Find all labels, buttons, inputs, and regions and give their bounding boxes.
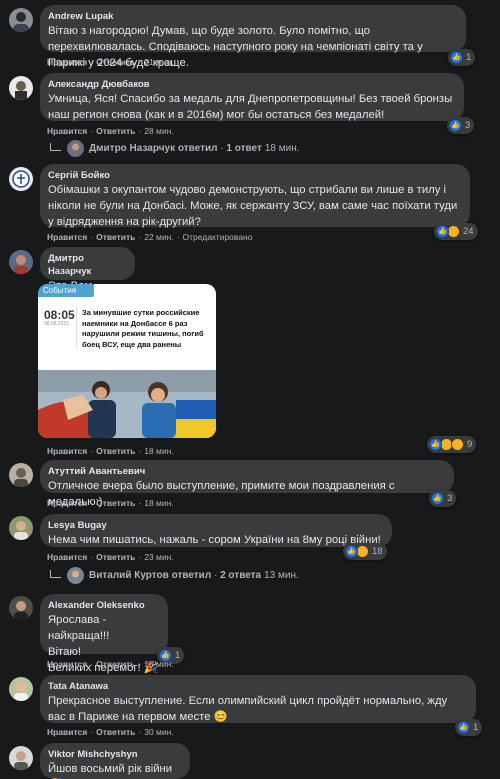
avatar[interactable] — [9, 746, 33, 770]
comment-author[interactable]: Alexander Oleksenko — [48, 599, 159, 612]
like-link[interactable]: Нравится — [47, 126, 87, 136]
comment-time[interactable]: 16 мин. — [144, 659, 173, 669]
reply-time: 13 мин. — [264, 570, 299, 581]
reaction-count[interactable]: 9 — [427, 436, 477, 453]
comment-bubble: Александр Дювбаков Умница, Яся! Спасибо … — [40, 73, 464, 121]
reply-time: 18 мин. — [264, 143, 300, 154]
like-reaction-icon — [429, 438, 442, 451]
comment-bubble: Сергій Бойко Обімашки з окупантом чудово… — [40, 164, 470, 228]
comment-actions: Нравится · Ответить · 22 мин. · Отредактирован… — [47, 232, 253, 242]
reply-link[interactable]: Ответить — [96, 659, 135, 669]
comment-text: Нема чим пишатись, нажаль - сором Україн… — [48, 534, 381, 546]
comment-time[interactable]: 22 мин. — [144, 232, 173, 242]
reply-arrow-icon — [50, 569, 61, 578]
comment-actions: Нравится · Ответить · 16 мин. — [47, 659, 174, 669]
wow-reaction-icon — [451, 438, 464, 451]
like-link[interactable]: Нравится — [47, 232, 87, 242]
comment-author[interactable]: Атуттий Авантьевич — [48, 465, 445, 478]
like-link[interactable]: Нравится — [47, 57, 87, 67]
avatar[interactable] — [9, 8, 33, 32]
comment-bubble: Alexander Oleksenko Ярослава - найкраща!… — [40, 594, 168, 690]
edited-label[interactable]: Отредактировано — [183, 232, 253, 242]
like-link[interactable]: Нравится — [47, 552, 87, 562]
reply-link[interactable]: Ответить — [96, 498, 135, 508]
comment-time[interactable]: 21 мин. — [144, 57, 173, 67]
divider — [76, 306, 77, 348]
avatar[interactable] — [9, 516, 33, 540]
attached-image[interactable]: События 08:05 08.08.2021 За минувшие сут… — [38, 284, 216, 438]
comment-actions: Нравится · Ответить · 18 мин. — [47, 446, 174, 456]
avatar[interactable] — [9, 463, 33, 487]
reply-count: 1 ответ — [226, 143, 262, 154]
reply-link[interactable]: Ответить — [96, 552, 135, 562]
avatar — [67, 140, 84, 157]
comment-author[interactable]: Дмитро Назарчук — [48, 252, 126, 278]
reply-link[interactable]: Ответить — [96, 232, 135, 242]
comment-author[interactable]: Lesya Bugay — [48, 519, 383, 532]
reply-author: Виталий Куртов — [89, 570, 169, 581]
card-tag: События — [38, 284, 94, 297]
comment-time[interactable]: 30 мин. — [144, 727, 173, 737]
like-link[interactable]: Нравится — [47, 446, 87, 456]
comment-author[interactable]: Сергій Бойко — [48, 169, 461, 182]
avatar[interactable] — [9, 167, 33, 191]
card-headline: За минувшие сутки российские наемники на… — [82, 308, 204, 349]
comment-actions: Нравится · Ответить · 18 мин. — [47, 498, 174, 508]
reply-link[interactable]: Ответить — [96, 727, 135, 737]
reaction-count[interactable]: 24 — [434, 223, 478, 240]
reply-arrow-icon — [50, 142, 61, 151]
like-link[interactable]: Нравится — [47, 659, 87, 669]
reply-count: 2 ответа — [220, 570, 262, 581]
comment-bubble: Lesya Bugay Нема чим пишатись, нажаль - … — [40, 514, 392, 547]
like-reaction-icon — [449, 119, 462, 132]
like-link[interactable]: Нравится — [47, 727, 87, 737]
comment-text: Умница, Яся! Спасибо за медаль для Днепр… — [48, 93, 456, 121]
comment-actions: Нравится · Ответить · 23 мин. — [47, 552, 174, 562]
comment-bubble: Атуттий Авантьевич Отличное вчера было в… — [40, 460, 454, 508]
reaction-count[interactable]: 1 — [448, 49, 476, 66]
comment-text: Обімашки з окупантом чудово демонструють… — [48, 184, 461, 228]
comment-time[interactable]: 18 мин. — [144, 498, 173, 508]
card-date: 08.08.2021 — [44, 321, 70, 327]
comment-author[interactable]: Andrew Lupak — [48, 10, 457, 23]
comment-actions: Нравится · Ответить · 21 мин. — [47, 57, 174, 67]
comment-author[interactable]: Viktor Mishchyshyn — [48, 748, 181, 761]
like-reaction-icon — [436, 225, 449, 238]
like-reaction-icon — [450, 51, 463, 64]
comment-author[interactable]: Tata Atanawa — [48, 680, 467, 693]
reply-author: Дмитро Назарчук — [89, 143, 176, 154]
comment-text: Йшов восьмий рік війни😴 — [48, 763, 173, 775]
reaction-count[interactable]: 1 — [455, 719, 483, 736]
reaction-count[interactable]: 3 — [429, 490, 457, 507]
comment-bubble: Tata Atanawa Прекрасное выступление. Есл… — [40, 675, 476, 723]
comment-text: Прекрасное выступление. Если олимпийский… — [48, 695, 451, 723]
comment-bubble: Viktor Mishchyshyn Йшов восьмий рік війн… — [40, 743, 190, 779]
reply-link[interactable]: Ответить — [96, 57, 135, 67]
view-replies-link[interactable]: Виталий Куртов ответил · 2 ответа 13 мин. — [50, 567, 299, 584]
avatar[interactable] — [9, 250, 33, 274]
comment-actions: Нравится · Ответить · 28 мин. — [47, 126, 174, 136]
view-replies-link[interactable]: Дмитро Назарчук ответил · 1 ответ 18 мин. — [50, 140, 300, 157]
avatar[interactable] — [9, 596, 33, 620]
like-link[interactable]: Нравится — [47, 498, 87, 508]
reaction-count[interactable]: 3 — [447, 117, 475, 134]
comment-bubble: Andrew Lupak Вітаю з нагородою! Думав, щ… — [40, 5, 466, 69]
avatar[interactable] — [9, 677, 33, 701]
athletes-photo — [38, 370, 216, 438]
comment-time[interactable]: 23 мин. — [144, 552, 173, 562]
comment-time[interactable]: 28 мин. — [144, 126, 173, 136]
card-time: 08:05 — [44, 308, 75, 322]
comment-bubble: Дмитро Назарчук Это Вам — [40, 247, 135, 292]
comment-author[interactable]: Александр Дювбаков — [48, 78, 455, 91]
avatar[interactable] — [9, 76, 33, 100]
comment-time[interactable]: 18 мин. — [144, 446, 173, 456]
like-reaction-icon — [431, 492, 444, 505]
like-reaction-icon — [457, 721, 470, 734]
avatar — [67, 567, 84, 584]
reaction-count[interactable]: 18 — [343, 543, 387, 560]
reply-link[interactable]: Ответить — [96, 126, 135, 136]
comment-actions: Нравится · Ответить · 30 мин. — [47, 727, 174, 737]
like-reaction-icon — [345, 545, 358, 558]
reply-link[interactable]: Ответить — [96, 446, 135, 456]
